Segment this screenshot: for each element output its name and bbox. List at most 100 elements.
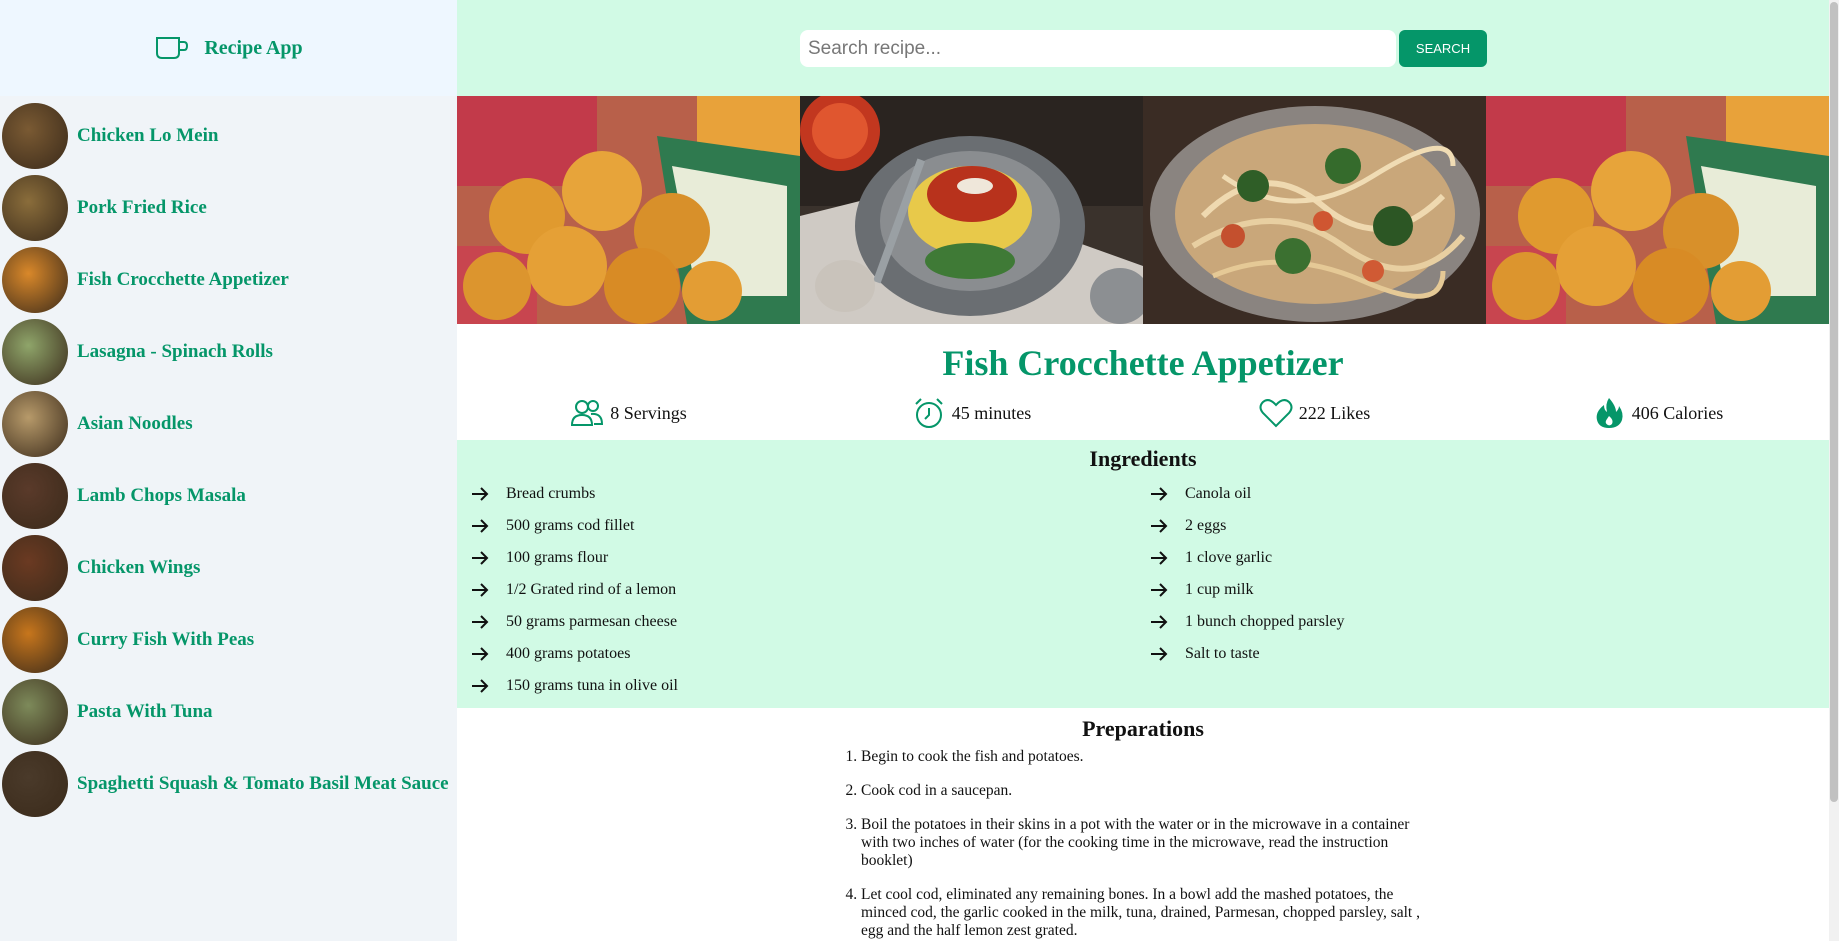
ingredient-item: 1 clove garlic — [1149, 542, 1815, 574]
preparation-step: Begin to cook the fish and potatoes. — [861, 748, 1429, 766]
sidebar-recipe-item[interactable]: Chicken Lo Mein — [0, 100, 457, 172]
cup-icon — [156, 37, 189, 59]
gallery-image-croquettes-2 — [1486, 96, 1829, 324]
ingredient-text: 2 eggs — [1185, 517, 1227, 534]
app-header: Recipe App — [0, 0, 457, 96]
arrow-right-icon — [472, 551, 489, 565]
gallery-image-spaghetti-squash — [800, 96, 1143, 324]
app-title[interactable]: Recipe App — [204, 37, 302, 60]
search-button[interactable]: SEARCH — [1399, 30, 1487, 67]
ingredient-item: 50 grams parmesan cheese — [470, 606, 1136, 638]
sidebar-recipe-item[interactable]: Pasta With Tuna — [0, 676, 457, 748]
sidebar-recipe-item[interactable]: Fish Crocchette Appetizer — [0, 244, 457, 316]
ingredient-text: 500 grams cod fillet — [506, 517, 635, 534]
ingredients-section: Ingredients Bread crumbs 500 grams cod fi… — [457, 440, 1829, 708]
recipe-name[interactable]: Chicken Wings — [77, 557, 200, 579]
sidebar-recipe-item[interactable]: Lasagna - Spinach Rolls — [0, 316, 457, 388]
recipe-list: Chicken Lo Mein Pork Fried Rice Fish Crocc… — [0, 96, 457, 820]
preparation-step: Cook cod in a saucepan. — [861, 782, 1429, 800]
sidebar-recipe-item[interactable]: Asian Noodles — [0, 388, 457, 460]
recipe-thumbnail — [2, 535, 68, 601]
page-scrollbar[interactable] — [1829, 0, 1839, 941]
sidebar: Recipe App Chicken Lo Mein Pork Fried Ric… — [0, 0, 457, 941]
arrow-right-icon — [1151, 647, 1168, 661]
preparations-heading: Preparations — [1082, 716, 1204, 741]
servings-stat: 8 Servings — [457, 396, 800, 430]
flame-icon — [1596, 398, 1623, 428]
top-bar: SEARCH — [457, 0, 1829, 96]
ingredient-item: 400 grams potatoes — [470, 638, 1136, 670]
heart-icon[interactable] — [1259, 396, 1293, 430]
sidebar-recipe-item[interactable]: Chicken Wings — [0, 532, 457, 604]
recipe-thumbnail — [2, 463, 68, 529]
search-input[interactable] — [800, 30, 1396, 67]
ingredient-text: 150 grams tuna in olive oil — [506, 677, 678, 694]
recipe-thumbnail — [2, 391, 68, 457]
recipe-title: Fish Crocchette Appetizer — [942, 343, 1344, 383]
gallery-image-croquettes — [457, 96, 800, 324]
ingredient-text: 50 grams parmesan cheese — [506, 613, 678, 630]
ingredient-text: Canola oil — [1185, 485, 1252, 502]
arrow-right-icon — [472, 583, 489, 597]
preparation-step: Let cool cod, eliminated any remaining b… — [861, 886, 1429, 940]
recipe-thumbnail — [2, 175, 68, 241]
preparations-section: Preparations Begin to cook the fish and … — [457, 708, 1829, 940]
likes-text: 222 Likes — [1298, 402, 1371, 423]
recipe-name[interactable]: Lasagna - Spinach Rolls — [77, 341, 273, 363]
recipe-name[interactable]: Spaghetti Squash & Tomato Basil Meat Sau… — [77, 773, 449, 795]
ingredients-column-left: Bread crumbs 500 grams cod fillet 100 gram… — [457, 478, 1136, 702]
sidebar-recipe-item[interactable]: Curry Fish With Peas — [0, 604, 457, 676]
recipe-thumbnail — [2, 751, 68, 817]
arrow-right-icon — [472, 487, 489, 501]
ingredient-item: 1 cup milk — [1149, 574, 1815, 606]
ingredient-item: 1/2 Grated rind of a lemon — [470, 574, 1136, 606]
arrow-right-icon — [1151, 519, 1168, 533]
servings-text: 8 Servings — [610, 402, 687, 423]
ingredient-text: 1 bunch chopped parsley — [1185, 613, 1345, 630]
arrow-right-icon — [472, 647, 489, 661]
sidebar-recipe-item[interactable]: Lamb Chops Masala — [0, 460, 457, 532]
ingredient-item: 150 grams tuna in olive oil — [470, 670, 1136, 702]
scrollbar-thumb[interactable] — [1830, 2, 1838, 802]
ingredient-item: Salt to taste — [1149, 638, 1815, 670]
arrow-right-icon — [1151, 583, 1168, 597]
likes-stat: 222 Likes — [1143, 396, 1486, 430]
ingredient-item: Canola oil — [1149, 478, 1815, 510]
arrow-right-icon — [1151, 487, 1168, 501]
recipe-name[interactable]: Pork Fried Rice — [77, 197, 207, 219]
ingredient-item: 2 eggs — [1149, 510, 1815, 542]
ingredient-item: 1 bunch chopped parsley — [1149, 606, 1815, 638]
ingredient-text: 1/2 Grated rind of a lemon — [506, 581, 677, 598]
recipe-name[interactable]: Pasta With Tuna — [77, 701, 213, 723]
sidebar-recipe-item[interactable]: Spaghetti Squash & Tomato Basil Meat Sau… — [0, 748, 457, 820]
preparation-step: Boil the potatoes in their skins in a po… — [861, 816, 1429, 870]
ingredient-text: Salt to taste — [1185, 645, 1260, 662]
calories-text: 406 Calories — [1631, 402, 1724, 423]
sidebar-recipe-item[interactable]: Pork Fried Rice — [0, 172, 457, 244]
ingredient-text: 100 grams flour — [506, 549, 609, 566]
alarm-clock-icon — [915, 398, 943, 428]
time-stat: 45 minutes — [800, 396, 1143, 430]
recipe-thumbnail — [2, 319, 68, 385]
ingredient-text: 1 clove garlic — [1185, 549, 1273, 566]
recipe-thumbnail — [2, 247, 68, 313]
recipe-name[interactable]: Asian Noodles — [77, 413, 193, 435]
ingredients-heading: Ingredients — [1089, 446, 1197, 471]
ingredient-item: 100 grams flour — [470, 542, 1136, 574]
recipe-thumbnail — [2, 103, 68, 169]
recipe-thumbnail — [2, 679, 68, 745]
recipe-stats: 8 Servings 45 minutes 222 Likes 406 Calo… — [457, 386, 1829, 440]
recipe-name[interactable]: Chicken Lo Mein — [77, 125, 218, 147]
recipe-name[interactable]: Fish Crocchette Appetizer — [77, 269, 289, 291]
arrow-right-icon — [472, 679, 489, 693]
recipe-thumbnail — [2, 607, 68, 673]
arrow-right-icon — [472, 615, 489, 629]
ingredient-text: Bread crumbs — [506, 485, 596, 502]
arrow-right-icon — [1151, 551, 1168, 565]
arrow-right-icon — [1151, 615, 1168, 629]
gallery-image-asian-noodles — [1143, 96, 1486, 324]
recipe-detail: Fish Crocchette Appetizer 8 Servings 45 … — [457, 96, 1829, 941]
recipe-name[interactable]: Curry Fish With Peas — [77, 629, 254, 651]
preparation-steps: Begin to cook the fish and potatoes. Cook… — [841, 748, 1429, 940]
recipe-name[interactable]: Lamb Chops Masala — [77, 485, 246, 507]
